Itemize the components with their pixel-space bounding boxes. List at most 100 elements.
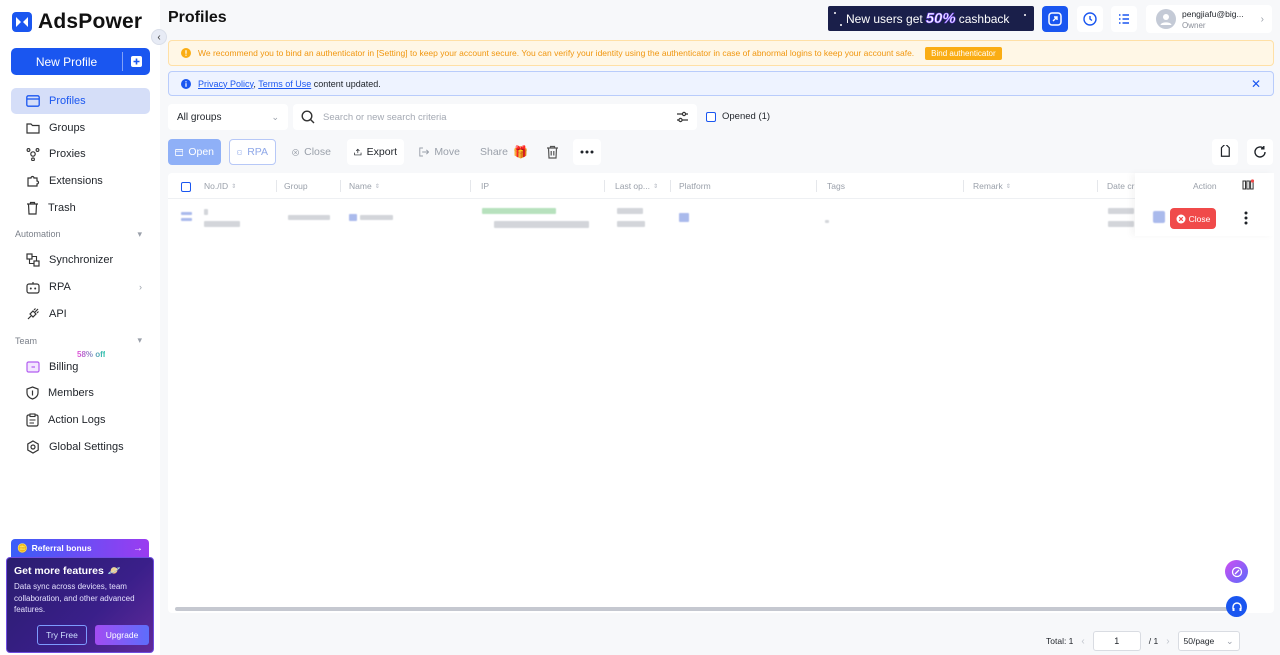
sparkle-icon bbox=[1231, 566, 1242, 577]
close-button[interactable]: Close bbox=[285, 139, 338, 165]
discount-badge: 58% off bbox=[77, 349, 106, 359]
row-checkbox[interactable] bbox=[181, 212, 192, 215]
column-header-name[interactable]: Name ⇕ bbox=[349, 181, 380, 191]
more-vertical-icon[interactable] bbox=[1244, 211, 1248, 228]
rpa-button[interactable]: RPA bbox=[229, 139, 276, 165]
column-settings-icon[interactable] bbox=[1242, 179, 1255, 194]
column-header-remark[interactable]: Remark ⇕ bbox=[973, 181, 1011, 191]
opened-checkbox[interactable] bbox=[706, 111, 716, 122]
table-row[interactable] bbox=[168, 200, 1274, 236]
horizontal-scrollbar[interactable] bbox=[175, 607, 1231, 611]
redacted-date bbox=[1108, 221, 1134, 227]
cashback-banner[interactable]: New users get 50% cashback bbox=[828, 6, 1034, 31]
sidebar-item-rpa[interactable]: RPA › bbox=[11, 274, 150, 300]
table-header: No./ID ⇕ Group Name ⇕ IP Last op... ⇕ Platf… bbox=[168, 173, 1274, 199]
sidebar-item-global-settings[interactable]: Global Settings bbox=[11, 434, 150, 460]
sidebar-item-proxies[interactable]: Proxies bbox=[11, 141, 150, 167]
next-page-icon[interactable]: › bbox=[1166, 636, 1169, 647]
sidebar-item-synchronizer[interactable]: Synchronizer bbox=[11, 247, 150, 273]
privacy-policy-link[interactable]: Privacy Policy bbox=[198, 79, 253, 89]
refresh-button[interactable] bbox=[1247, 139, 1273, 165]
column-header-tags[interactable]: Tags bbox=[827, 181, 845, 191]
clock-sync-icon[interactable] bbox=[1077, 6, 1103, 32]
column-header-label: Group bbox=[284, 181, 308, 191]
feature-card-title-text: Get more features bbox=[14, 564, 104, 577]
referral-bonus-label: Referral bonus bbox=[31, 543, 92, 553]
group-select[interactable]: All groups ⌄ bbox=[168, 104, 288, 130]
settings-icon bbox=[27, 439, 39, 454]
column-header-last-op[interactable]: Last op... ⇕ bbox=[615, 181, 658, 191]
upgrade-app-icon[interactable] bbox=[1042, 6, 1068, 32]
clipboard-icon bbox=[26, 413, 39, 427]
automation-section[interactable]: Automation ▾ bbox=[11, 221, 150, 247]
select-all-checkbox[interactable] bbox=[181, 182, 191, 192]
sidebar-item-label: Billing bbox=[49, 360, 79, 373]
headset-icon bbox=[1231, 601, 1242, 611]
column-header-platform[interactable]: Platform bbox=[679, 181, 711, 191]
search-input[interactable] bbox=[323, 111, 668, 123]
sidebar-item-profiles[interactable]: Profiles bbox=[11, 88, 150, 114]
filter-sliders-icon[interactable] bbox=[676, 111, 689, 123]
user-role: Owner bbox=[1182, 20, 1206, 30]
task-list-icon[interactable] bbox=[1111, 6, 1137, 32]
billing-icon bbox=[26, 360, 40, 373]
column-header-label: Platform bbox=[679, 181, 711, 191]
new-profile-button[interactable]: New Profile bbox=[11, 48, 150, 75]
sidebar-item-groups[interactable]: Groups bbox=[11, 115, 150, 141]
column-separator bbox=[604, 180, 605, 192]
column-header-date-created[interactable]: Date cr bbox=[1107, 181, 1134, 191]
more-actions-button[interactable] bbox=[573, 139, 601, 165]
page-size-select[interactable]: 50/page ⌄ bbox=[1177, 631, 1240, 651]
chevron-down-icon: ⌄ bbox=[1226, 635, 1234, 646]
bind-authenticator-button[interactable]: Bind authenticator bbox=[925, 46, 1002, 60]
page-input[interactable]: 1 bbox=[1092, 631, 1141, 651]
sidebar-item-api[interactable]: API bbox=[11, 301, 150, 327]
delete-button[interactable] bbox=[539, 139, 565, 165]
sidebar-nav: Profiles Groups Proxies Extensions Trash… bbox=[11, 88, 150, 460]
prev-page-icon[interactable]: ‹ bbox=[1081, 636, 1084, 647]
referral-bonus-bar[interactable]: 🪙 Referral bonus → bbox=[11, 539, 149, 557]
export-button[interactable]: Export bbox=[347, 139, 404, 165]
opened-filter[interactable]: Opened (1) bbox=[706, 111, 770, 122]
coin-icon: 🪙 bbox=[17, 542, 28, 553]
upload-icon bbox=[354, 148, 362, 156]
folder-icon bbox=[26, 123, 40, 134]
logo[interactable]: AdsPower bbox=[12, 10, 142, 34]
assistant-float-button[interactable] bbox=[1225, 560, 1248, 583]
share-button[interactable]: Share 🎁 bbox=[473, 139, 531, 165]
banner-star bbox=[840, 24, 842, 26]
column-header-id[interactable]: No./ID ⇕ bbox=[204, 181, 236, 191]
sidebar-item-extensions[interactable]: Extensions bbox=[11, 168, 150, 194]
shield-icon bbox=[26, 386, 39, 400]
redacted-tags bbox=[825, 220, 829, 223]
terms-of-use-link[interactable]: Terms of Use bbox=[258, 79, 311, 89]
page-count: / 1 bbox=[1148, 636, 1159, 646]
collapse-sidebar-icon[interactable]: ‹ bbox=[151, 29, 167, 45]
open-button[interactable]: Open bbox=[168, 139, 221, 165]
sort-icon: ⇕ bbox=[231, 183, 237, 190]
try-free-button[interactable]: Try Free bbox=[37, 625, 87, 645]
move-label: Move bbox=[434, 146, 460, 158]
close-icon[interactable]: ✕ bbox=[1251, 77, 1261, 91]
column-header-label: Remark bbox=[973, 181, 1003, 191]
new-profile-label[interactable]: New Profile bbox=[11, 48, 122, 75]
column-header-label: No./ID bbox=[204, 181, 229, 191]
sidebar-item-label: RPA bbox=[49, 281, 71, 294]
column-header-group[interactable]: Group bbox=[284, 181, 308, 191]
user-menu[interactable]: pengjiafu@big... Owner › bbox=[1146, 5, 1272, 33]
tag-icon bbox=[1220, 145, 1230, 157]
sidebar-item-trash[interactable]: Trash bbox=[11, 195, 150, 221]
sidebar-item-members[interactable]: Members bbox=[11, 380, 150, 406]
column-header-label: IP bbox=[481, 181, 490, 191]
support-float-button[interactable] bbox=[1226, 596, 1247, 617]
sidebar-item-label: API bbox=[49, 307, 67, 320]
automation-section-label: Automation bbox=[15, 229, 61, 240]
row-close-button[interactable]: Close bbox=[1170, 208, 1216, 229]
tag-filter-button[interactable] bbox=[1212, 139, 1238, 165]
move-button[interactable]: Move bbox=[412, 139, 467, 165]
sidebar-item-action-logs[interactable]: Action Logs bbox=[11, 407, 150, 433]
sidebar-item-billing[interactable]: Billing 58% off bbox=[11, 350, 150, 380]
add-profile-icon[interactable] bbox=[123, 48, 150, 75]
upgrade-button[interactable]: Upgrade bbox=[95, 625, 149, 645]
column-header-ip[interactable]: IP bbox=[481, 181, 489, 191]
